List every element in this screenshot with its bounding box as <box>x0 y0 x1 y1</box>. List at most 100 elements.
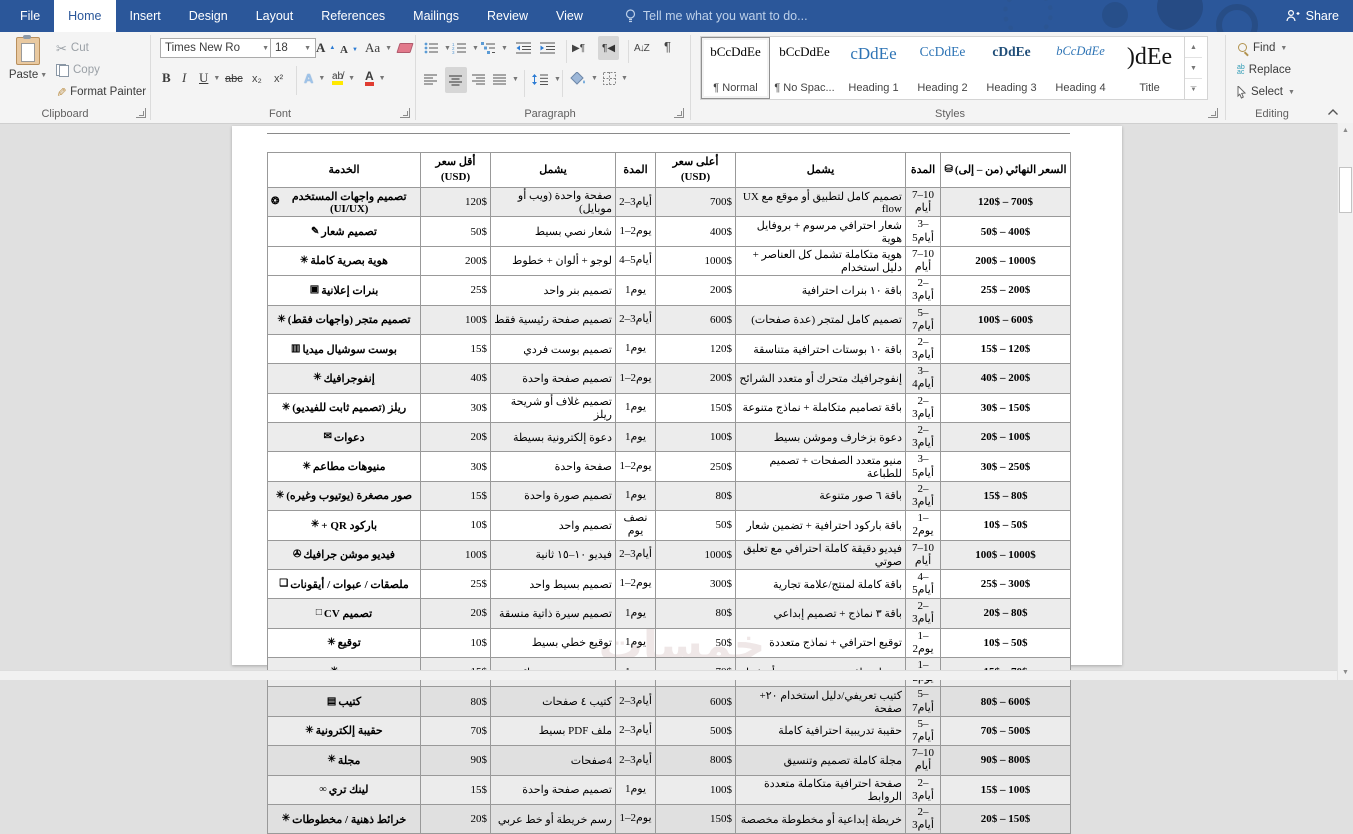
min-price-cell[interactable]: 200$ <box>420 245 491 277</box>
duration-cell[interactable]: 1يوم <box>615 275 656 306</box>
rtl-direction-button[interactable]: ¶◀ <box>598 36 620 60</box>
replace-button[interactable]: ab ac Replace <box>1237 60 1291 80</box>
select-button[interactable]: Select ▼ <box>1237 82 1295 102</box>
min-price-cell[interactable]: 40$ <box>420 363 491 394</box>
duration-cell[interactable]: 1–2يوم <box>615 803 656 834</box>
strikethrough-button[interactable]: abc <box>225 69 243 89</box>
service-cell[interactable]: ✳ هوية بصرية كاملة <box>267 245 421 277</box>
duration-cell[interactable]: 2–3أيام <box>905 275 941 306</box>
min-price-cell[interactable]: 80$ <box>420 686 491 717</box>
max-price-cell[interactable]: 600$ <box>655 304 736 335</box>
min-price-cell[interactable]: 100$ <box>420 539 491 570</box>
duration-cell[interactable]: 2–3أيام <box>615 186 656 218</box>
collapse-ribbon-button[interactable] <box>1327 108 1339 119</box>
tab-review[interactable]: Review <box>473 0 542 32</box>
style-no-spacing[interactable]: bCcDdEe ¶ No Spac... <box>770 37 839 99</box>
includes-cell[interactable]: تصميم بنر واحد <box>490 275 616 306</box>
tab-view[interactable]: View <box>542 0 597 32</box>
duration-cell[interactable]: 2–3أيام <box>905 598 941 629</box>
service-cell[interactable]: ▣ بنرات إعلانية <box>267 275 421 306</box>
style-heading-3[interactable]: cDdEe Heading 3 <box>977 37 1046 99</box>
duration-cell[interactable]: 3–4أيام <box>905 363 941 394</box>
duration-cell[interactable]: 2–3أيام <box>615 745 656 776</box>
includes-cell[interactable]: باقة ٣ نماذج + تصميم إبداعي <box>735 598 906 629</box>
includes-cell[interactable]: هوية متكاملة تشمل كل العناصر + دليل استخ… <box>735 245 906 277</box>
max-price-cell[interactable]: 80$ <box>655 598 736 629</box>
style-normal[interactable]: bCcDdEe ¶ Normal <box>701 37 770 99</box>
includes-cell[interactable]: تصميم كامل لتطبيق أو موقع مع UX flow <box>735 186 906 218</box>
scroll-down-button[interactable]: ▼ <box>1338 665 1353 680</box>
font-color-button[interactable]: A ▼ <box>365 68 386 88</box>
service-cell[interactable]: ∞ لينك تري <box>267 774 421 805</box>
includes-cell[interactable]: باقة ٦ صور متنوعة <box>735 480 906 512</box>
style-heading-4[interactable]: bCcDdEe Heading 4 <box>1046 37 1115 99</box>
service-cell[interactable]: ✳ منيوهات مطاعم <box>267 451 421 482</box>
includes-cell[interactable]: مجلة كاملة تصميم وتنسيق <box>735 745 906 776</box>
multilevel-list-button[interactable]: ▼ <box>481 38 508 58</box>
gallery-expand[interactable]: — ▼ <box>1185 79 1202 99</box>
duration-cell[interactable]: 3–5أيام <box>905 451 941 482</box>
includes-cell[interactable]: إنفوجرافيك متحرك أو متعدد الشرائح <box>735 363 906 394</box>
includes-cell[interactable]: باقة كاملة لمنتج/علامة تجارية <box>735 568 906 600</box>
final-price-cell[interactable]: 30$ – 150$ <box>940 392 1071 424</box>
decrease-indent-button[interactable] <box>516 38 532 58</box>
service-cell[interactable]: ✇ فيديو موشن جرافيك <box>267 539 421 570</box>
subscript-button[interactable]: x₂ <box>252 69 262 89</box>
final-price-cell[interactable]: 30$ – 250$ <box>940 451 1071 482</box>
includes-cell[interactable]: تصميم صفحة واحدة <box>490 774 616 805</box>
includes-cell[interactable]: تصميم صورة واحدة <box>490 480 616 512</box>
final-price-cell[interactable]: 15$ – 120$ <box>940 333 1071 365</box>
duration-cell[interactable]: 2–3أيام <box>905 421 941 453</box>
service-cell[interactable]: ✳ خرائط ذهنية / مخطوطات <box>267 803 421 834</box>
duration-cell[interactable]: 1يوم <box>615 627 656 659</box>
duration-cell[interactable]: 2–3أيام <box>615 686 656 717</box>
min-price-cell[interactable]: 120$ <box>420 186 491 218</box>
highlight-button[interactable]: ab̸ ▼ <box>332 68 355 88</box>
max-price-cell[interactable]: 80$ <box>655 480 736 512</box>
includes-cell[interactable]: تصميم صفحة رئيسية فقط <box>490 304 616 335</box>
show-marks-button[interactable]: ¶ <box>664 36 671 56</box>
min-price-cell[interactable]: 100$ <box>420 304 491 335</box>
tab-file[interactable]: File <box>6 0 54 32</box>
header-includes-1[interactable]: يشمل <box>490 152 616 188</box>
max-price-cell[interactable]: 250$ <box>655 451 736 482</box>
final-price-cell[interactable]: 10$ – 50$ <box>940 627 1071 659</box>
tab-mailings[interactable]: Mailings <box>399 0 473 32</box>
final-price-cell[interactable]: 120$ – 700$ <box>940 186 1071 218</box>
min-price-cell[interactable]: 15$ <box>420 480 491 512</box>
max-price-cell[interactable]: 400$ <box>655 216 736 247</box>
final-price-cell[interactable]: 100$ – 1000$ <box>940 539 1071 570</box>
service-cell[interactable]: ✎ تصميم شعار <box>267 216 421 247</box>
clipboard-dialog-launcher[interactable] <box>136 108 146 118</box>
align-left-button[interactable] <box>424 69 438 89</box>
paragraph-dialog-launcher[interactable] <box>674 108 684 118</box>
includes-cell[interactable]: 4صفحات <box>490 745 616 776</box>
min-price-cell[interactable]: 25$ <box>420 275 491 306</box>
includes-cell[interactable]: رسم خريطة أو خط عربي <box>490 803 616 834</box>
max-price-cell[interactable]: 500$ <box>655 715 736 747</box>
vertical-scrollbar[interactable]: ▲ ▼ <box>1337 123 1353 680</box>
service-cell[interactable]: ✳ ريلز (تصميم ثابت للفيديو) <box>267 392 421 424</box>
includes-cell[interactable]: تصميم صفحة واحدة <box>490 363 616 394</box>
numbering-button[interactable]: 123 ▼ <box>452 38 479 58</box>
includes-cell[interactable]: دعوة بزخارف وموشن بسيط <box>735 421 906 453</box>
service-cell[interactable]: ✳ تصميم متجر (واجهات فقط) <box>267 304 421 335</box>
duration-cell[interactable]: 4–5أيام <box>905 568 941 600</box>
grow-font-button[interactable]: A ▲ <box>316 38 335 58</box>
max-price-cell[interactable]: 50$ <box>655 627 736 659</box>
duration-cell[interactable]: 1يوم <box>615 774 656 805</box>
service-cell[interactable]: ✉ دعوات <box>267 421 421 453</box>
font-size-select[interactable]: 18 ▼ <box>270 38 316 58</box>
max-price-cell[interactable]: 150$ <box>655 392 736 424</box>
includes-cell[interactable]: تصميم سيرة ذاتية منسقة <box>490 598 616 629</box>
duration-cell[interactable]: 2–3أيام <box>905 774 941 805</box>
italic-button[interactable]: I <box>182 68 186 88</box>
line-spacing-button[interactable]: ▼ <box>532 69 561 89</box>
duration-cell[interactable]: 2–3أيام <box>905 803 941 834</box>
duration-cell[interactable]: 2–3أيام <box>615 539 656 570</box>
final-price-cell[interactable]: 80$ – 600$ <box>940 686 1071 717</box>
header-final-price[interactable]: ⛁ السعر النهائي (من – إلى) <box>940 152 1071 188</box>
header-max-price[interactable]: أعلى سعر (USD) <box>655 152 736 188</box>
final-price-cell[interactable]: 15$ – 80$ <box>940 480 1071 512</box>
duration-cell[interactable]: 7–10 أيام <box>905 245 941 277</box>
